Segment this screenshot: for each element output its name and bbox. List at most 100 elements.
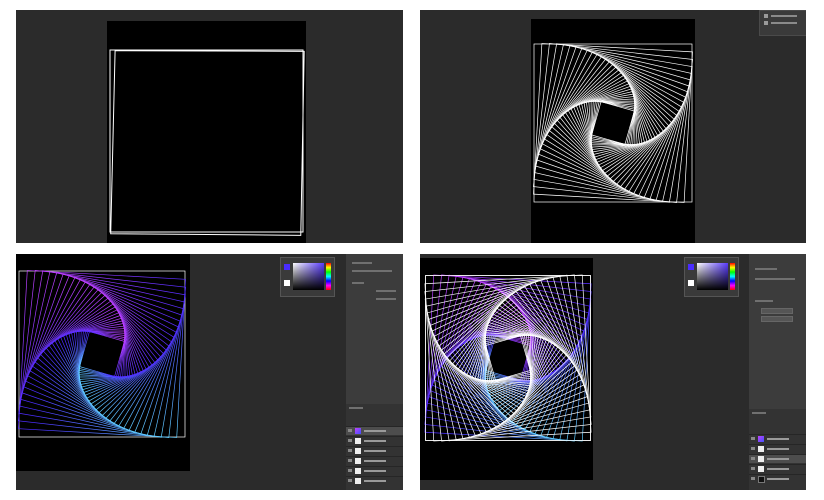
layer-thumbnail-icon bbox=[758, 436, 764, 442]
spiral-square bbox=[18, 270, 186, 438]
spiral-square bbox=[45, 297, 159, 411]
spiral-square bbox=[424, 274, 592, 442]
visibility-eye-icon[interactable] bbox=[348, 479, 352, 482]
visibility-eye-icon[interactable] bbox=[348, 469, 352, 472]
spiral-square bbox=[556, 66, 670, 180]
layer-row[interactable] bbox=[749, 444, 806, 453]
spiral-square bbox=[466, 316, 550, 400]
spiral-square bbox=[564, 74, 662, 172]
spiral-square bbox=[31, 283, 173, 425]
option-field[interactable] bbox=[761, 308, 793, 314]
visibility-eye-icon[interactable] bbox=[348, 429, 352, 432]
spiral-square bbox=[533, 43, 693, 203]
layer-row[interactable] bbox=[749, 434, 806, 443]
spiral-square bbox=[431, 281, 585, 435]
layer-thumbnail-icon bbox=[355, 428, 361, 434]
layer-thumbnail-icon bbox=[355, 458, 361, 464]
spiral-square bbox=[54, 306, 150, 402]
spiral-square bbox=[42, 294, 162, 414]
layer-row[interactable] bbox=[346, 446, 403, 455]
spiral-square bbox=[424, 274, 592, 442]
spiral-square bbox=[78, 330, 126, 378]
spiral-square bbox=[424, 274, 592, 442]
spiral-square bbox=[438, 288, 578, 428]
document-canvas[interactable] bbox=[531, 19, 695, 243]
spiral-square bbox=[485, 335, 531, 381]
spiral-gradient-drawing bbox=[17, 269, 187, 439]
spiral-square bbox=[451, 301, 565, 415]
spiral-square bbox=[539, 49, 687, 197]
layer-row[interactable] bbox=[346, 426, 403, 435]
panel-step-4 bbox=[420, 254, 806, 490]
spiral-square bbox=[424, 274, 592, 442]
spiral-square bbox=[426, 276, 590, 440]
option-field[interactable] bbox=[761, 316, 793, 322]
layer-row[interactable] bbox=[346, 476, 403, 485]
double-spiral-gradient-drawing bbox=[424, 274, 592, 442]
color-picker-panel[interactable] bbox=[280, 257, 335, 297]
spiral-square bbox=[533, 43, 693, 203]
visibility-eye-icon[interactable] bbox=[751, 457, 755, 460]
layer-row[interactable] bbox=[346, 436, 403, 445]
color-picker-panel[interactable] bbox=[684, 257, 739, 297]
color-field[interactable] bbox=[697, 263, 728, 290]
background-swatch[interactable] bbox=[688, 280, 694, 286]
hue-slider[interactable] bbox=[326, 263, 331, 290]
spiral-square bbox=[546, 56, 680, 190]
spiral-square bbox=[573, 83, 653, 163]
spiral-square bbox=[449, 299, 567, 417]
foreground-swatch[interactable] bbox=[284, 264, 290, 270]
visibility-eye-icon[interactable] bbox=[751, 447, 755, 450]
spiral-square bbox=[457, 307, 559, 409]
layer-row[interactable] bbox=[749, 464, 806, 473]
spiral-square bbox=[460, 310, 556, 406]
spiral-square bbox=[23, 275, 181, 433]
color-field[interactable] bbox=[293, 263, 324, 290]
spiral-square bbox=[29, 281, 175, 427]
spiral-square bbox=[591, 101, 635, 145]
spiral-square bbox=[466, 316, 550, 400]
spiral-square bbox=[443, 293, 573, 423]
spiral-square bbox=[425, 275, 591, 441]
document-canvas[interactable] bbox=[420, 258, 593, 480]
layer-row[interactable] bbox=[749, 454, 806, 463]
background-swatch[interactable] bbox=[284, 280, 290, 286]
layer-thumbnail-icon bbox=[758, 456, 764, 462]
spiral-square bbox=[18, 270, 186, 438]
layer-row[interactable] bbox=[749, 474, 806, 483]
spiral-square bbox=[51, 303, 153, 405]
spiral-square bbox=[424, 274, 592, 442]
layer-thumbnail-icon bbox=[355, 468, 361, 474]
document-canvas[interactable] bbox=[107, 21, 306, 243]
spiral-square bbox=[433, 283, 583, 433]
visibility-eye-icon[interactable] bbox=[348, 449, 352, 452]
layer-thumbnail-icon bbox=[758, 446, 764, 452]
spiral-square bbox=[429, 279, 587, 437]
layer-row[interactable] bbox=[346, 466, 403, 475]
layers-panel bbox=[749, 409, 806, 490]
layer-thumbnail-icon bbox=[355, 478, 361, 484]
spiral-square bbox=[18, 270, 186, 438]
spiral-square bbox=[433, 283, 583, 433]
spiral-square bbox=[534, 44, 692, 202]
spiral-square bbox=[424, 274, 592, 442]
visibility-eye-icon[interactable] bbox=[348, 459, 352, 462]
spiral-white-drawing bbox=[532, 42, 694, 204]
spiral-square bbox=[24, 276, 180, 432]
spiral-square bbox=[541, 51, 685, 195]
document-canvas[interactable] bbox=[16, 254, 190, 471]
layer-thumbnail-icon bbox=[355, 438, 361, 444]
visibility-eye-icon[interactable] bbox=[348, 439, 352, 442]
visibility-eye-icon[interactable] bbox=[751, 467, 755, 470]
spiral-square bbox=[551, 61, 675, 185]
hue-slider[interactable] bbox=[730, 263, 735, 290]
spiral-square bbox=[588, 98, 638, 148]
panel-step-2 bbox=[420, 10, 806, 243]
visibility-eye-icon[interactable] bbox=[751, 477, 755, 480]
spiral-square bbox=[482, 332, 534, 384]
layer-row[interactable] bbox=[346, 456, 403, 465]
spiral-square bbox=[60, 312, 144, 396]
foreground-swatch[interactable] bbox=[688, 264, 694, 270]
visibility-eye-icon[interactable] bbox=[751, 437, 755, 440]
layers-mini-panel[interactable] bbox=[759, 10, 806, 36]
